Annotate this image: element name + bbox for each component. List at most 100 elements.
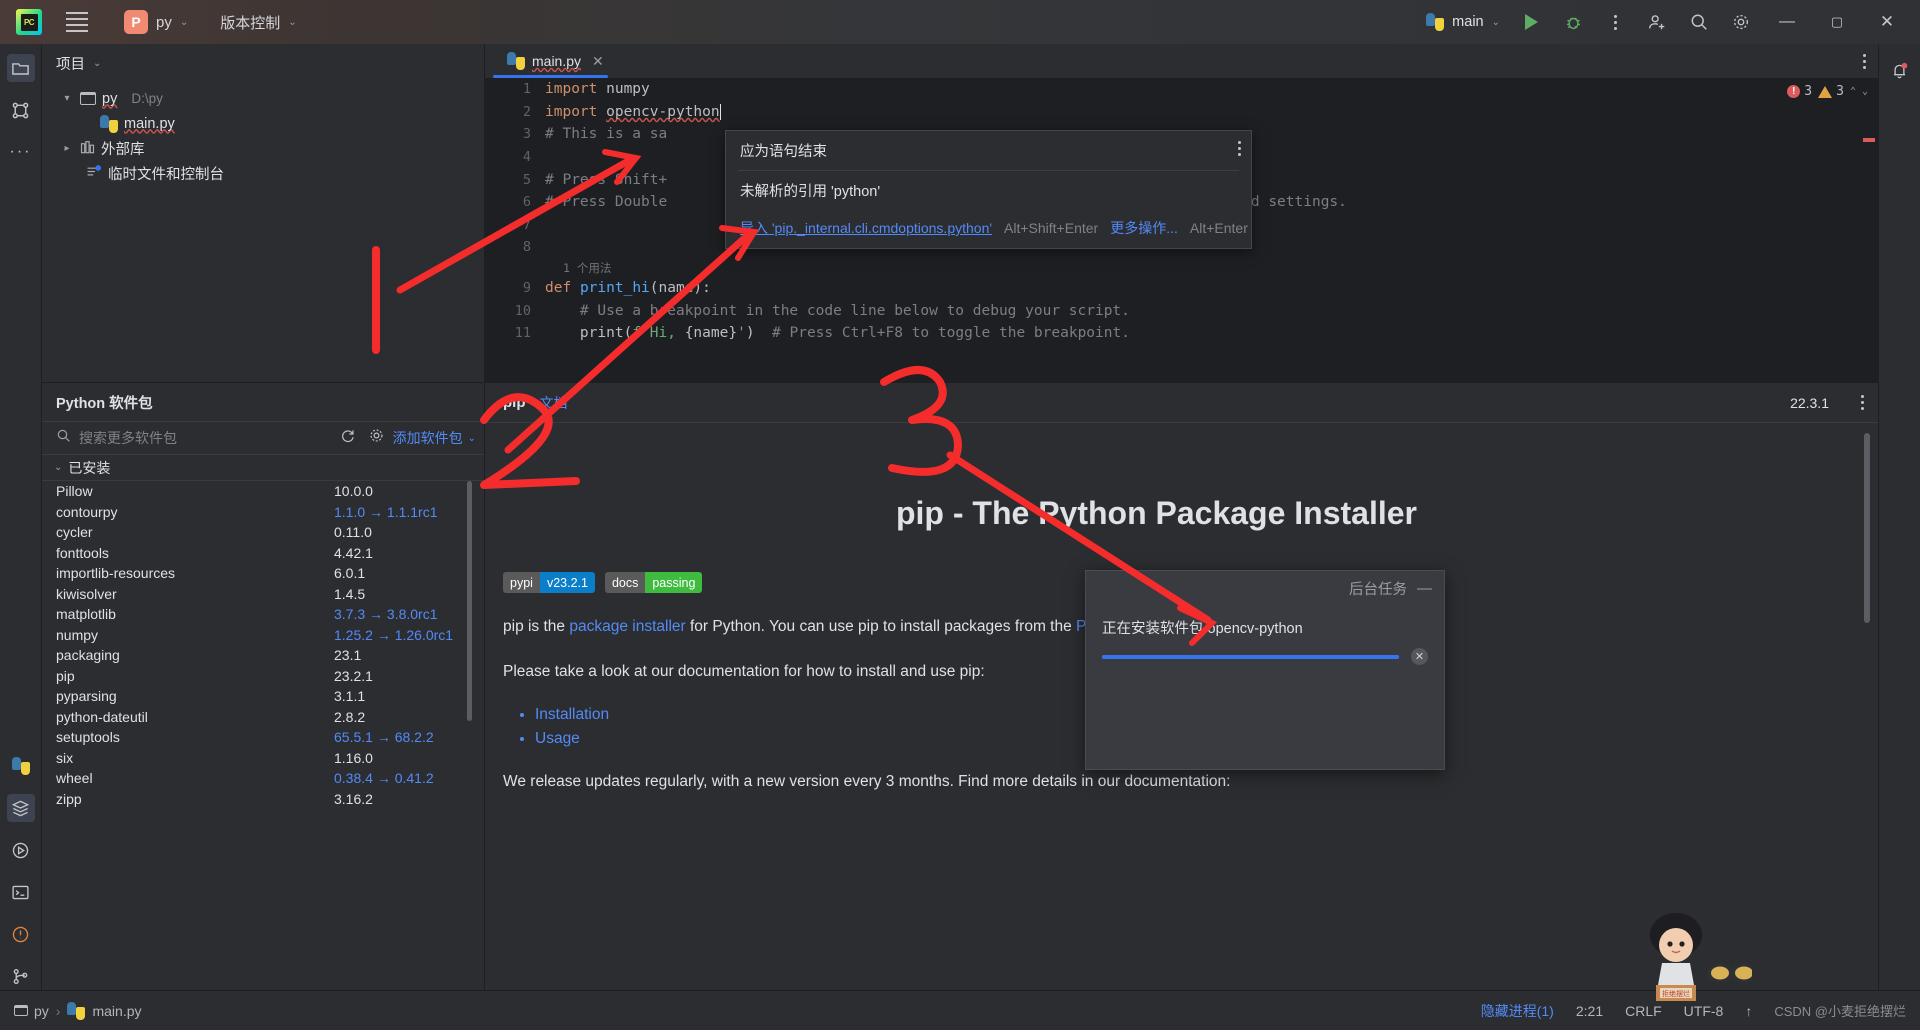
line-number: 10 <box>514 302 531 319</box>
package-row[interactable]: kiwisolver 1.4.5 <box>42 584 484 605</box>
account-add-icon[interactable] <box>1638 3 1676 41</box>
package-row[interactable]: six 1.16.0 <box>42 748 484 769</box>
package-row[interactable]: zipp 3.16.2 <box>42 789 484 810</box>
sidebar-item-python-packages[interactable] <box>6 794 35 822</box>
sidebar-item-more-tool-windows[interactable]: ··· <box>7 138 35 166</box>
gear-icon[interactable] <box>1722 3 1760 41</box>
background-task-title: 后台任务 <box>1349 581 1407 598</box>
package-row[interactable]: importlib-resources 6.0.1 <box>42 563 484 584</box>
inspection-widget[interactable]: ! 3 3 ⌃ ⌄ <box>1787 84 1868 99</box>
installed-group-header[interactable]: ⌄ 已安装 <box>42 455 484 481</box>
package-row[interactable]: wheel 0.38.4 → 0.41.2 <box>42 768 484 789</box>
debug-button[interactable] <box>1554 3 1592 41</box>
package-row[interactable]: python-dateutil 2.8.2 <box>42 707 484 728</box>
close-icon[interactable]: ✕ <box>592 53 604 70</box>
package-version: 3.1.1 <box>334 688 366 705</box>
package-version: 1.16.0 <box>334 749 373 766</box>
doc-more-icon[interactable] <box>1861 395 1864 410</box>
breadcrumb[interactable]: py › main.py <box>14 1001 142 1020</box>
import-quickfix-link[interactable]: 导入 'pip._internal.cli.cmdoptions.python' <box>740 218 992 238</box>
tree-item-py[interactable]: ▾ py D:\py <box>42 86 484 111</box>
search-input[interactable] <box>79 430 331 446</box>
sidebar-item-terminal[interactable] <box>7 878 35 906</box>
background-task-header: 后台任务 — <box>1086 571 1444 605</box>
sidebar-item-project[interactable] <box>6 54 35 82</box>
doc-documentation-link[interactable]: 文档 <box>540 393 568 413</box>
package-name: pip <box>56 667 75 684</box>
python-icon <box>11 757 30 775</box>
package-row[interactable]: packaging 23.1 <box>42 645 484 666</box>
run-configuration-selector[interactable]: main ⌄ <box>1418 9 1508 35</box>
caret-position[interactable]: 2:21 <box>1576 1003 1603 1019</box>
add-package-button[interactable]: 添加软件包 ⌄ <box>393 428 476 448</box>
chevron-right-icon[interactable]: ▸ <box>60 143 74 154</box>
sidebar-item-python-console[interactable] <box>7 752 35 780</box>
tree-item-main-py[interactable]: main.py <box>42 111 484 136</box>
gear-icon[interactable] <box>368 427 385 449</box>
chevron-up-icon[interactable]: ⌃ <box>1850 86 1856 97</box>
sidebar-item-run[interactable] <box>7 836 35 864</box>
usage-hint[interactable]: 1 个用法 <box>485 259 1878 277</box>
package-row[interactable]: cycler 0.11.0 <box>42 522 484 543</box>
package-row[interactable]: Pillow 10.0.0 <box>42 481 484 502</box>
package-name: zipp <box>56 790 82 807</box>
run-button[interactable] <box>1512 3 1550 41</box>
minimize-icon[interactable]: — <box>1417 580 1432 597</box>
maximize-button[interactable]: ▢ <box>1814 0 1860 44</box>
main-menu-icon[interactable] <box>58 3 96 41</box>
sidebar-item-problems[interactable] <box>7 920 35 948</box>
line-number: 5 <box>522 171 531 188</box>
cancel-task-icon[interactable]: ✕ <box>1411 648 1428 665</box>
project-tool-window: 项目 ⌄ ▾ py D:\py main.py ▸ 外部库 临时文件和控制台 <box>42 44 485 382</box>
tooltip-more-icon[interactable] <box>1238 141 1241 156</box>
package-version: 10.0.0 <box>334 483 373 500</box>
tree-item-scratches[interactable]: 临时文件和控制台 <box>42 161 484 186</box>
line-number: 7 <box>522 216 531 233</box>
minimize-button[interactable]: — <box>1764 0 1810 44</box>
line-number: 4 <box>522 149 531 166</box>
chevron-down-icon[interactable]: ▾ <box>60 93 74 104</box>
package-row[interactable]: pyparsing 3.1.1 <box>42 686 484 707</box>
package-row[interactable]: numpy 1.25.2 → 1.26.0rc1 <box>42 625 484 646</box>
error-count[interactable]: ! 3 <box>1787 84 1812 99</box>
project-panel-header[interactable]: 项目 ⌄ <box>42 44 484 82</box>
badge-value: v23.2.1 <box>539 572 595 593</box>
line-number: 1 <box>522 81 531 98</box>
hidden-processes-link[interactable]: 隐藏进程(1) <box>1481 1001 1554 1021</box>
python-file-icon <box>507 52 525 70</box>
python-packages-tool-window: Python 软件包 添加软件包 ⌄ ⌄ 已安装 Pillow 10.0.0 <box>42 382 485 990</box>
package-name: kiwisolver <box>56 585 117 602</box>
editor-options-button[interactable] <box>1863 44 1878 78</box>
line-text: # Press Double <box>545 194 668 211</box>
sidebar-item-structure[interactable] <box>7 96 35 124</box>
package-row[interactable]: fonttools 4.42.1 <box>42 543 484 564</box>
package-version: 3.7.3 → 3.8.0rc1 <box>334 606 438 623</box>
version-control-menu[interactable]: 版本控制 ⌄ <box>220 12 296 33</box>
doc-scrollbar[interactable] <box>1864 433 1870 623</box>
package-row[interactable]: contourpy 1.1.0 → 1.1.1rc1 <box>42 502 484 523</box>
error-stripe-mark[interactable] <box>1863 138 1875 142</box>
tab-main-py[interactable]: main.py ✕ <box>485 44 616 78</box>
more-actions-link[interactable]: 更多操作... <box>1110 218 1178 238</box>
chevron-down-icon[interactable]: ⌄ <box>1862 86 1868 97</box>
close-button[interactable]: ✕ <box>1864 0 1910 44</box>
package-row[interactable]: setuptools 65.5.1 → 68.2.2 <box>42 727 484 748</box>
notifications-icon[interactable] <box>1886 56 1914 84</box>
refresh-icon[interactable] <box>339 427 356 449</box>
project-panel-title: 项目 <box>56 56 85 73</box>
tree-item-path: D:\py <box>131 91 163 106</box>
package-installer-link[interactable]: package installer <box>569 618 685 635</box>
background-task-popup: 后台任务 — 正在安装软件包 opencv-python ✕ <box>1085 570 1445 770</box>
tree-item-external-libraries[interactable]: ▸ 外部库 <box>42 136 484 161</box>
sidebar-item-git[interactable] <box>7 962 35 990</box>
folder-icon <box>80 92 96 105</box>
project-selector[interactable]: P py ⌄ <box>118 7 194 37</box>
package-row[interactable]: pip 23.2.1 <box>42 666 484 687</box>
line-text: import numpy <box>545 81 650 98</box>
titlebar-more-button[interactable] <box>1596 3 1634 41</box>
warning-count[interactable]: 3 <box>1818 84 1844 99</box>
installed-packages-list[interactable]: Pillow 10.0.0 contourpy 1.1.0 → 1.1.1rc1 c… <box>42 481 484 973</box>
packages-scrollbar[interactable] <box>467 481 472 721</box>
search-icon[interactable] <box>1680 3 1718 41</box>
package-row[interactable]: matplotlib 3.7.3 → 3.8.0rc1 <box>42 604 484 625</box>
